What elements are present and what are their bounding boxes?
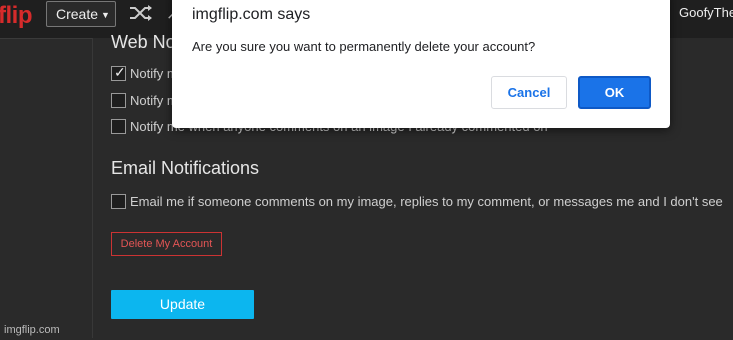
- web-notification-option-2[interactable]: Notify m: [111, 92, 178, 110]
- option-label: Email me if someone comments on my image…: [130, 194, 723, 210]
- username-link[interactable]: GoofyThe: [679, 5, 733, 20]
- checkbox[interactable]: ✓: [111, 64, 126, 82]
- checkmark-icon: ✓: [114, 64, 126, 81]
- caret-down-icon: ▼: [101, 10, 110, 20]
- shuffle-icon[interactable]: [129, 5, 153, 26]
- watermark: imgflip.com: [4, 324, 60, 336]
- email-notification-option[interactable]: Email me if someone comments on my image…: [111, 193, 723, 211]
- dialog-title: imgflip.com says: [192, 6, 311, 23]
- dialog-message: Are you sure you want to permanently del…: [192, 39, 536, 54]
- checkbox[interactable]: [111, 119, 126, 135]
- checkbox[interactable]: [111, 194, 126, 210]
- confirm-dialog: imgflip.com says Are you sure you want t…: [172, 0, 670, 128]
- cancel-button[interactable]: Cancel: [491, 76, 567, 109]
- update-button[interactable]: Update: [111, 290, 254, 319]
- create-label: Create: [56, 6, 99, 22]
- site-logo[interactable]: flip: [0, 2, 33, 30]
- delete-account-button[interactable]: Delete My Account: [111, 232, 222, 256]
- option-label: Notify m: [130, 66, 178, 82]
- create-menu-button[interactable]: Create ▼: [46, 1, 116, 27]
- email-notifications-title: Email Notifications: [111, 158, 260, 178]
- web-notification-option-1[interactable]: ✓ Notify m: [111, 64, 178, 83]
- ok-button[interactable]: OK: [578, 76, 651, 109]
- web-notifications-title: Web No: [111, 32, 176, 52]
- checkbox[interactable]: [111, 93, 126, 109]
- option-label: Notify m: [130, 93, 178, 109]
